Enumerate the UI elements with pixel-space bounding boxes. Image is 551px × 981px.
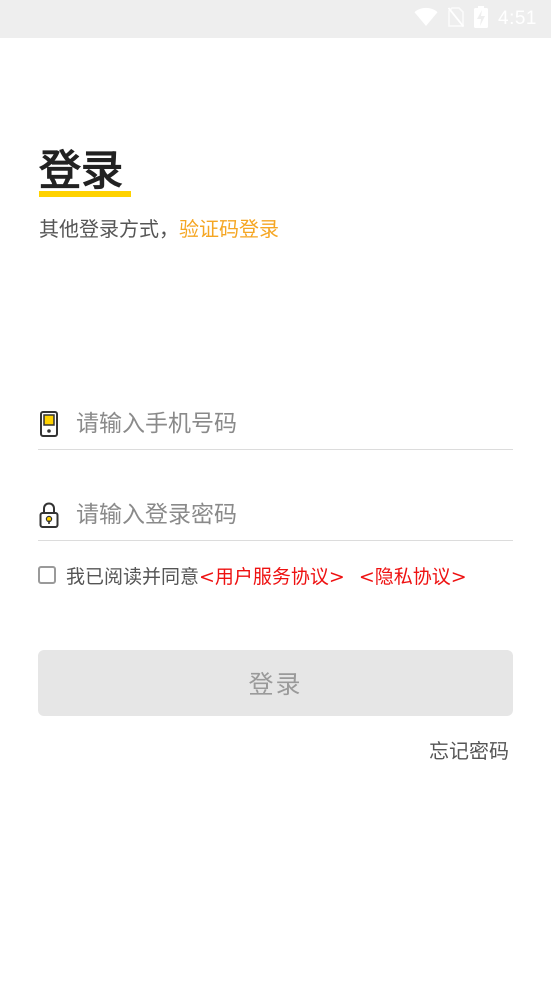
password-input[interactable] [76,502,496,528]
status-icons: 4:51 [414,0,537,38]
phone-input[interactable] [76,411,496,437]
status-bar: 4:51 [0,0,551,38]
alt-login-row: 其他登录方式，验证码登录 [39,214,279,244]
phone-field [38,399,513,450]
no-sim-icon [447,7,465,31]
wifi-icon [414,7,438,31]
lock-icon [38,501,60,529]
phone-icon [38,410,60,438]
battery-charging-icon [474,6,489,32]
page-title: 登录 [39,146,124,195]
status-time: 4:51 [498,8,537,29]
terms-link[interactable]: <用户服务协议> [199,562,345,589]
privacy-link[interactable]: <隐私协议> [359,562,467,589]
login-button[interactable]: 登录 [38,650,513,716]
title-block: 登录 [39,143,131,199]
agree-checkbox[interactable] [38,566,56,584]
alt-login-prefix: 其他登录方式， [39,217,179,241]
agree-text: 我已阅读并同意 [66,565,200,588]
forgot-password-link[interactable]: 忘记密码 [429,735,509,764]
agreement-row: 我已阅读并同意 <用户服务协议> <隐私协议> [38,561,467,589]
sms-login-link[interactable]: 验证码登录 [179,217,279,241]
password-field [38,490,513,541]
